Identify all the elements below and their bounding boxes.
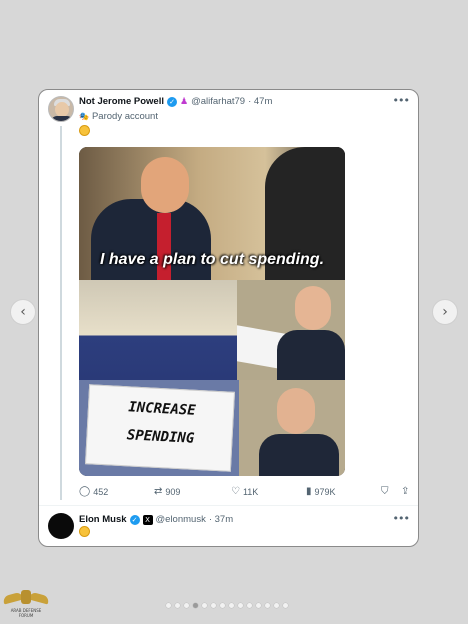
- carousel-next-button[interactable]: ›: [432, 299, 458, 325]
- author-name[interactable]: Not Jerome Powell: [79, 96, 164, 107]
- meme-panel-4: INCREASE SPENDING: [79, 380, 239, 476]
- more-options-button[interactable]: •••: [393, 94, 410, 107]
- carousel-dot[interactable]: [265, 603, 270, 608]
- carousel-dot[interactable]: [202, 603, 207, 608]
- share-button[interactable]: ⇪: [401, 486, 409, 497]
- heart-icon: ♡: [231, 486, 240, 497]
- mask-icon: 🎭: [79, 112, 89, 121]
- carousel-dot[interactable]: [220, 603, 225, 608]
- meme-panel-1: I have a plan to cut spending.: [79, 147, 345, 280]
- author-handle[interactable]: @alifarhat79: [191, 96, 245, 107]
- carousel-dot[interactable]: [175, 603, 180, 608]
- meme-image[interactable]: I have a plan to cut spending. INCREASE …: [79, 147, 345, 476]
- carousel-prev-button[interactable]: ‹: [10, 299, 36, 325]
- parody-label: 🎭 Parody account: [79, 111, 158, 122]
- retweet-button[interactable]: ⇄ 909: [154, 486, 180, 497]
- x-affiliation-icon: X: [142, 514, 153, 525]
- affiliation-icon: ♟: [180, 96, 189, 107]
- meme-caption: I have a plan to cut spending.: [99, 251, 325, 268]
- watermark-text: ARAB DEFENSE FORUM: [10, 608, 42, 618]
- chevron-left-icon: ‹: [20, 304, 26, 320]
- views-icon: ▮: [306, 486, 312, 497]
- reply-time[interactable]: · 37m: [209, 514, 233, 525]
- meme-panel-5: [239, 380, 345, 476]
- avatar-reply[interactable]: [48, 513, 74, 539]
- like-button[interactable]: ♡ 11K: [231, 486, 258, 497]
- reply-more-options-button[interactable]: •••: [393, 512, 410, 525]
- verified-badge-icon: ✓: [167, 96, 177, 107]
- carousel-dot[interactable]: [283, 603, 288, 608]
- reply-icon: ◯: [79, 486, 91, 497]
- retweet-icon: ⇄: [154, 486, 163, 497]
- share-icon: ⇪: [401, 486, 410, 497]
- carousel-dot[interactable]: [274, 603, 279, 608]
- carousel-dot[interactable]: [229, 603, 234, 608]
- tweet-header: Not Jerome Powell ✓ ♟ @alifarhat79 · 47m: [79, 96, 272, 107]
- meme-panel-2: [79, 280, 237, 380]
- thread-line: [60, 126, 62, 500]
- like-count: 11K: [242, 486, 259, 497]
- watermark-logo: ARAB DEFENSE FORUM: [2, 586, 50, 618]
- bookmark-button[interactable]: ⛉: [381, 486, 389, 497]
- laughing-emoji-icon: [79, 526, 90, 537]
- meme-panel-3: [237, 280, 345, 380]
- views-count: 979K: [314, 486, 336, 497]
- retweet-count: 909: [165, 486, 181, 497]
- parody-label-text: Parody account: [91, 111, 158, 122]
- sign-line-2: SPENDING: [126, 427, 195, 447]
- carousel-dot[interactable]: [193, 603, 198, 608]
- verified-badge-icon: ✓: [129, 514, 140, 525]
- reply-count: 452: [93, 486, 109, 497]
- divider: [39, 505, 418, 506]
- tweet-time[interactable]: · 47m: [248, 96, 272, 107]
- carousel-dot[interactable]: [184, 603, 189, 608]
- views-button[interactable]: ▮ 979K: [306, 486, 336, 497]
- reply-author-name[interactable]: Elon Musk: [79, 514, 127, 525]
- sign-line-1: INCREASE: [127, 399, 197, 419]
- laughing-emoji-icon: [79, 125, 90, 136]
- meme-sign: INCREASE SPENDING: [85, 384, 235, 472]
- carousel-dot[interactable]: [256, 603, 261, 608]
- carousel-dot[interactable]: [211, 603, 216, 608]
- avatar[interactable]: [48, 96, 74, 122]
- reply-author-handle[interactable]: @elonmusk: [156, 514, 206, 525]
- bookmark-icon: ⛉: [381, 486, 389, 497]
- tweet-card: Not Jerome Powell ✓ ♟ @alifarhat79 · 47m…: [38, 89, 419, 547]
- chevron-right-icon: ›: [442, 304, 448, 320]
- carousel-dot[interactable]: [247, 603, 252, 608]
- reply-header: Elon Musk ✓ X @elonmusk · 37m: [79, 514, 233, 525]
- carousel-dot[interactable]: [238, 603, 243, 608]
- reply-button[interactable]: ◯ 452: [79, 486, 108, 497]
- carousel-dots: [166, 603, 288, 608]
- carousel-dot[interactable]: [166, 603, 171, 608]
